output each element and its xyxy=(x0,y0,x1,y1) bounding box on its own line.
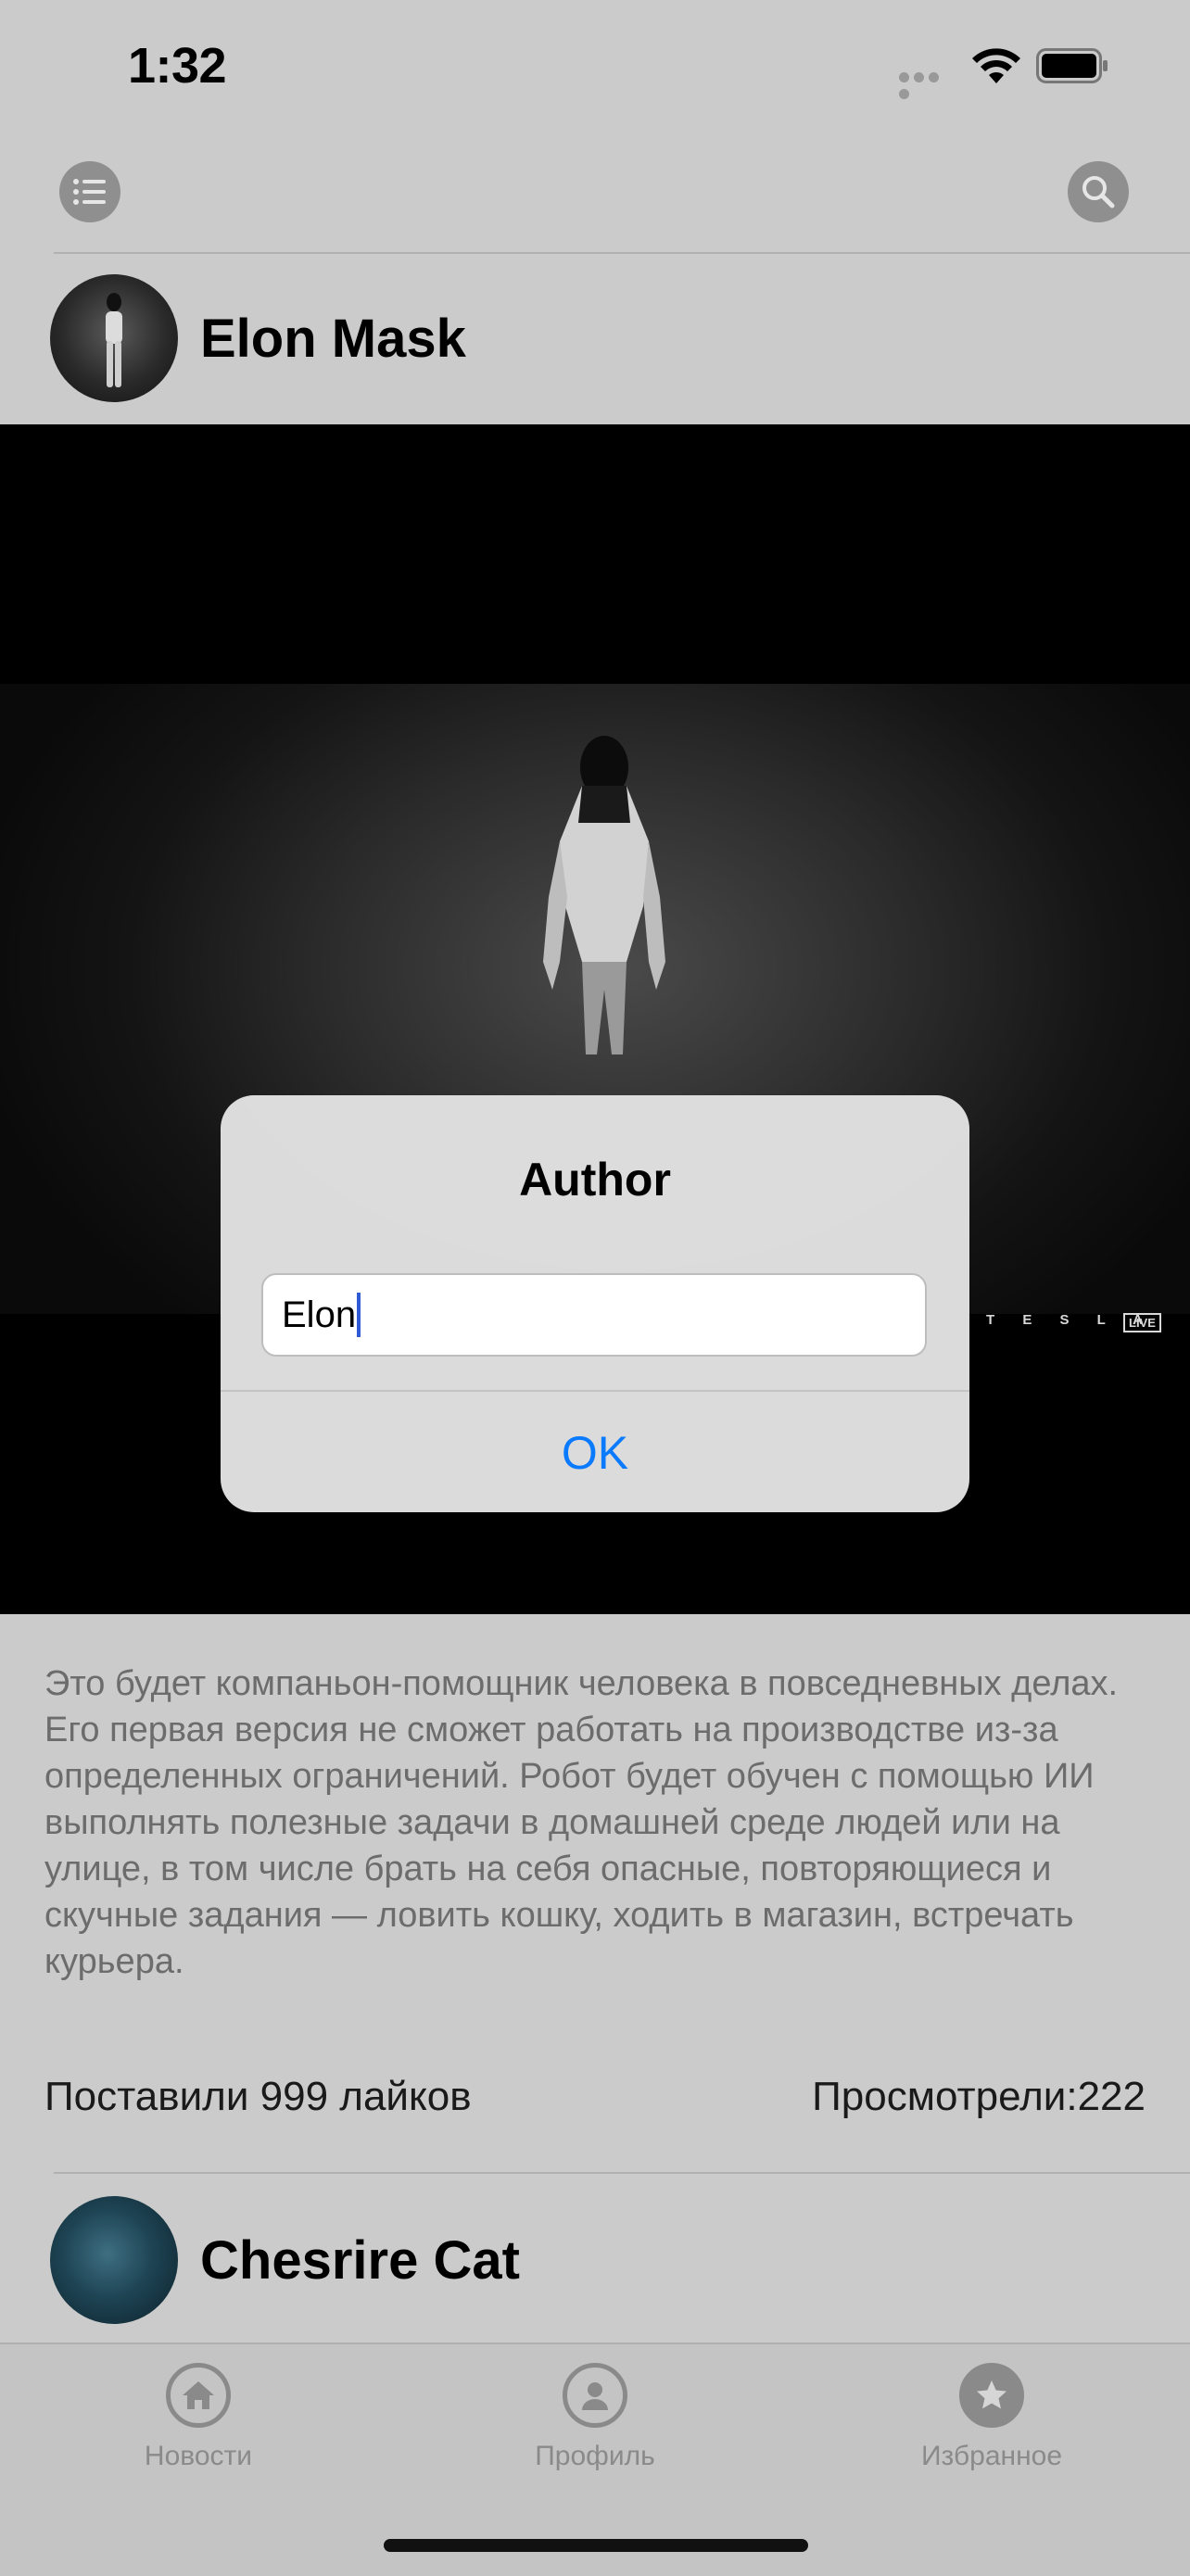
ok-button[interactable]: OK xyxy=(221,1394,969,1512)
tab-label: Профиль xyxy=(535,2441,655,2471)
search-icon xyxy=(1082,176,1115,208)
post-description: Это будет компаньон-помощник человека в … xyxy=(44,1664,1119,1981)
person-icon xyxy=(563,2363,627,2428)
robot-thumbnail xyxy=(106,293,122,387)
author-alert-dialog: Author Elon OK xyxy=(221,1095,969,1512)
home-indicator[interactable] xyxy=(384,2539,808,2552)
post-divider xyxy=(54,2172,1190,2174)
author-avatar[interactable] xyxy=(50,2196,178,2324)
cellular-signal-icon xyxy=(899,70,956,99)
search-button[interactable] xyxy=(1068,161,1129,222)
alert-title: Author xyxy=(519,1154,671,1206)
post-author-name[interactable]: Elon Mask xyxy=(200,308,466,370)
battery-icon xyxy=(1036,48,1108,83)
tab-favorites[interactable]: Избранное xyxy=(880,2363,1103,2472)
views-count: Просмотрели:222 xyxy=(812,2074,1146,2119)
author-input-field[interactable]: Elon xyxy=(261,1273,927,1357)
author-avatar[interactable] xyxy=(50,274,178,402)
post-author-name[interactable]: Chesrire Cat xyxy=(200,2229,520,2292)
star-icon xyxy=(959,2363,1024,2428)
tab-label: Избранное xyxy=(920,2441,1063,2471)
text-cursor xyxy=(357,1293,361,1337)
home-icon xyxy=(166,2363,231,2428)
live-badge: LIVE xyxy=(1123,1313,1161,1332)
nav-divider xyxy=(54,252,1190,254)
wifi-icon xyxy=(972,48,1020,83)
menu-button[interactable] xyxy=(59,161,120,222)
alert-divider xyxy=(221,1390,969,1392)
likes-count: Поставили 999 лайков xyxy=(44,2074,472,2119)
tab-news[interactable]: Новости xyxy=(87,2363,310,2472)
author-input-value: Elon xyxy=(282,1294,357,1335)
tab-profile[interactable]: Профиль xyxy=(484,2363,706,2472)
status-time: 1:32 xyxy=(128,38,227,94)
list-icon xyxy=(73,179,106,205)
tab-label: Новости xyxy=(144,2441,253,2471)
